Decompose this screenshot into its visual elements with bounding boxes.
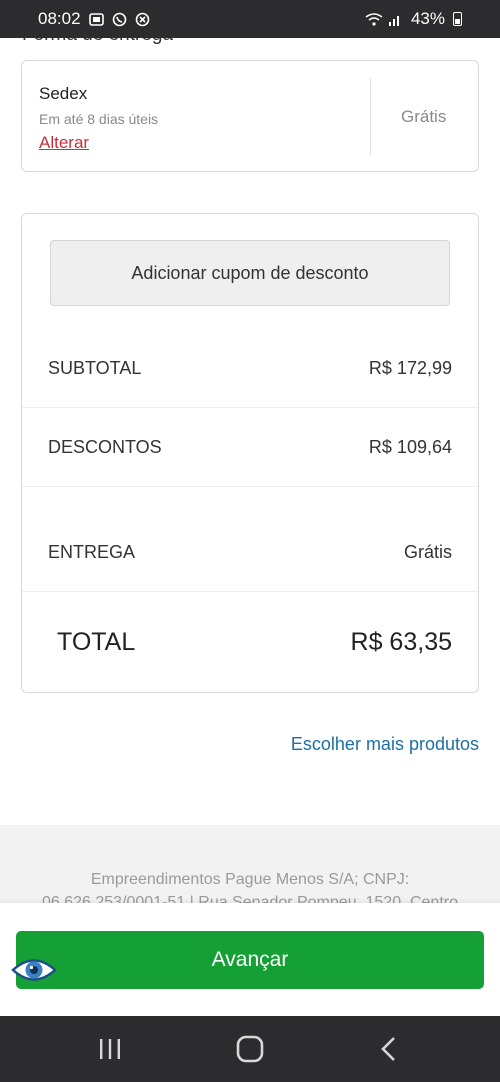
discounts-label: DESCONTOS	[48, 436, 162, 457]
subtotal-row: SUBTOTAL R$ 172,99	[22, 344, 478, 392]
system-nav-bar	[0, 1016, 500, 1082]
status-left: 08:02	[38, 9, 150, 29]
delivery-value: Grátis	[403, 541, 452, 562]
company-info-line1: Empreendimentos Pague Menos S/A; CNPJ:	[90, 871, 410, 888]
delivery-method-name: Sedex	[39, 84, 88, 103]
change-delivery-link[interactable]: Alterar	[39, 133, 89, 153]
eye-icon[interactable]	[10, 953, 58, 987]
discounts-row: DESCONTOS R$ 109,64	[22, 423, 478, 471]
delivery-option-card[interactable]: Sedex Em até 8 dias úteis Alterar Grátis	[21, 60, 479, 172]
status-bar: 08:02 43%	[0, 0, 500, 38]
delivery-label: ENTREGA	[48, 541, 136, 562]
subtotal-value: R$ 172,99	[368, 357, 452, 378]
discounts-value: R$ 109,64	[368, 436, 452, 457]
blocked-icon	[135, 12, 150, 27]
choose-more-products-link[interactable]: Escolher mais produtos	[291, 734, 479, 755]
wifi-icon	[365, 12, 383, 27]
recent-apps-icon[interactable]	[94, 1033, 126, 1065]
gallery-icon	[88, 12, 104, 27]
order-summary-card: Adicionar cupom de desconto SUBTOTAL R$ …	[21, 213, 479, 693]
whatsapp-icon	[112, 12, 127, 27]
advance-button[interactable]: Avançar	[16, 931, 484, 989]
home-icon[interactable]	[234, 1033, 266, 1065]
battery-icon	[453, 12, 462, 26]
status-right: 43%	[365, 9, 462, 29]
delivery-divider	[370, 78, 371, 155]
row-divider	[22, 407, 478, 408]
footer: Empreendimentos Pague Menos S/A; CNPJ: 0…	[0, 825, 500, 915]
delivery-row: ENTREGA Grátis	[22, 528, 478, 576]
row-divider	[22, 486, 478, 487]
bottom-action-bar: Avançar	[0, 903, 500, 1016]
delivery-time: Em até 8 dias úteis	[39, 111, 159, 127]
back-icon[interactable]	[374, 1033, 406, 1065]
add-coupon-button[interactable]: Adicionar cupom de desconto	[50, 240, 450, 306]
row-divider	[22, 591, 478, 592]
subtotal-label: SUBTOTAL	[48, 357, 142, 378]
signal-icon	[388, 12, 403, 27]
delivery-price: Grátis	[401, 107, 447, 126]
total-value: R$ 63,35	[350, 627, 452, 656]
total-label: TOTAL	[57, 627, 136, 656]
battery-percent: 43%	[410, 9, 445, 28]
status-time: 08:02	[38, 9, 81, 28]
total-row: TOTAL R$ 63,35	[22, 618, 478, 666]
